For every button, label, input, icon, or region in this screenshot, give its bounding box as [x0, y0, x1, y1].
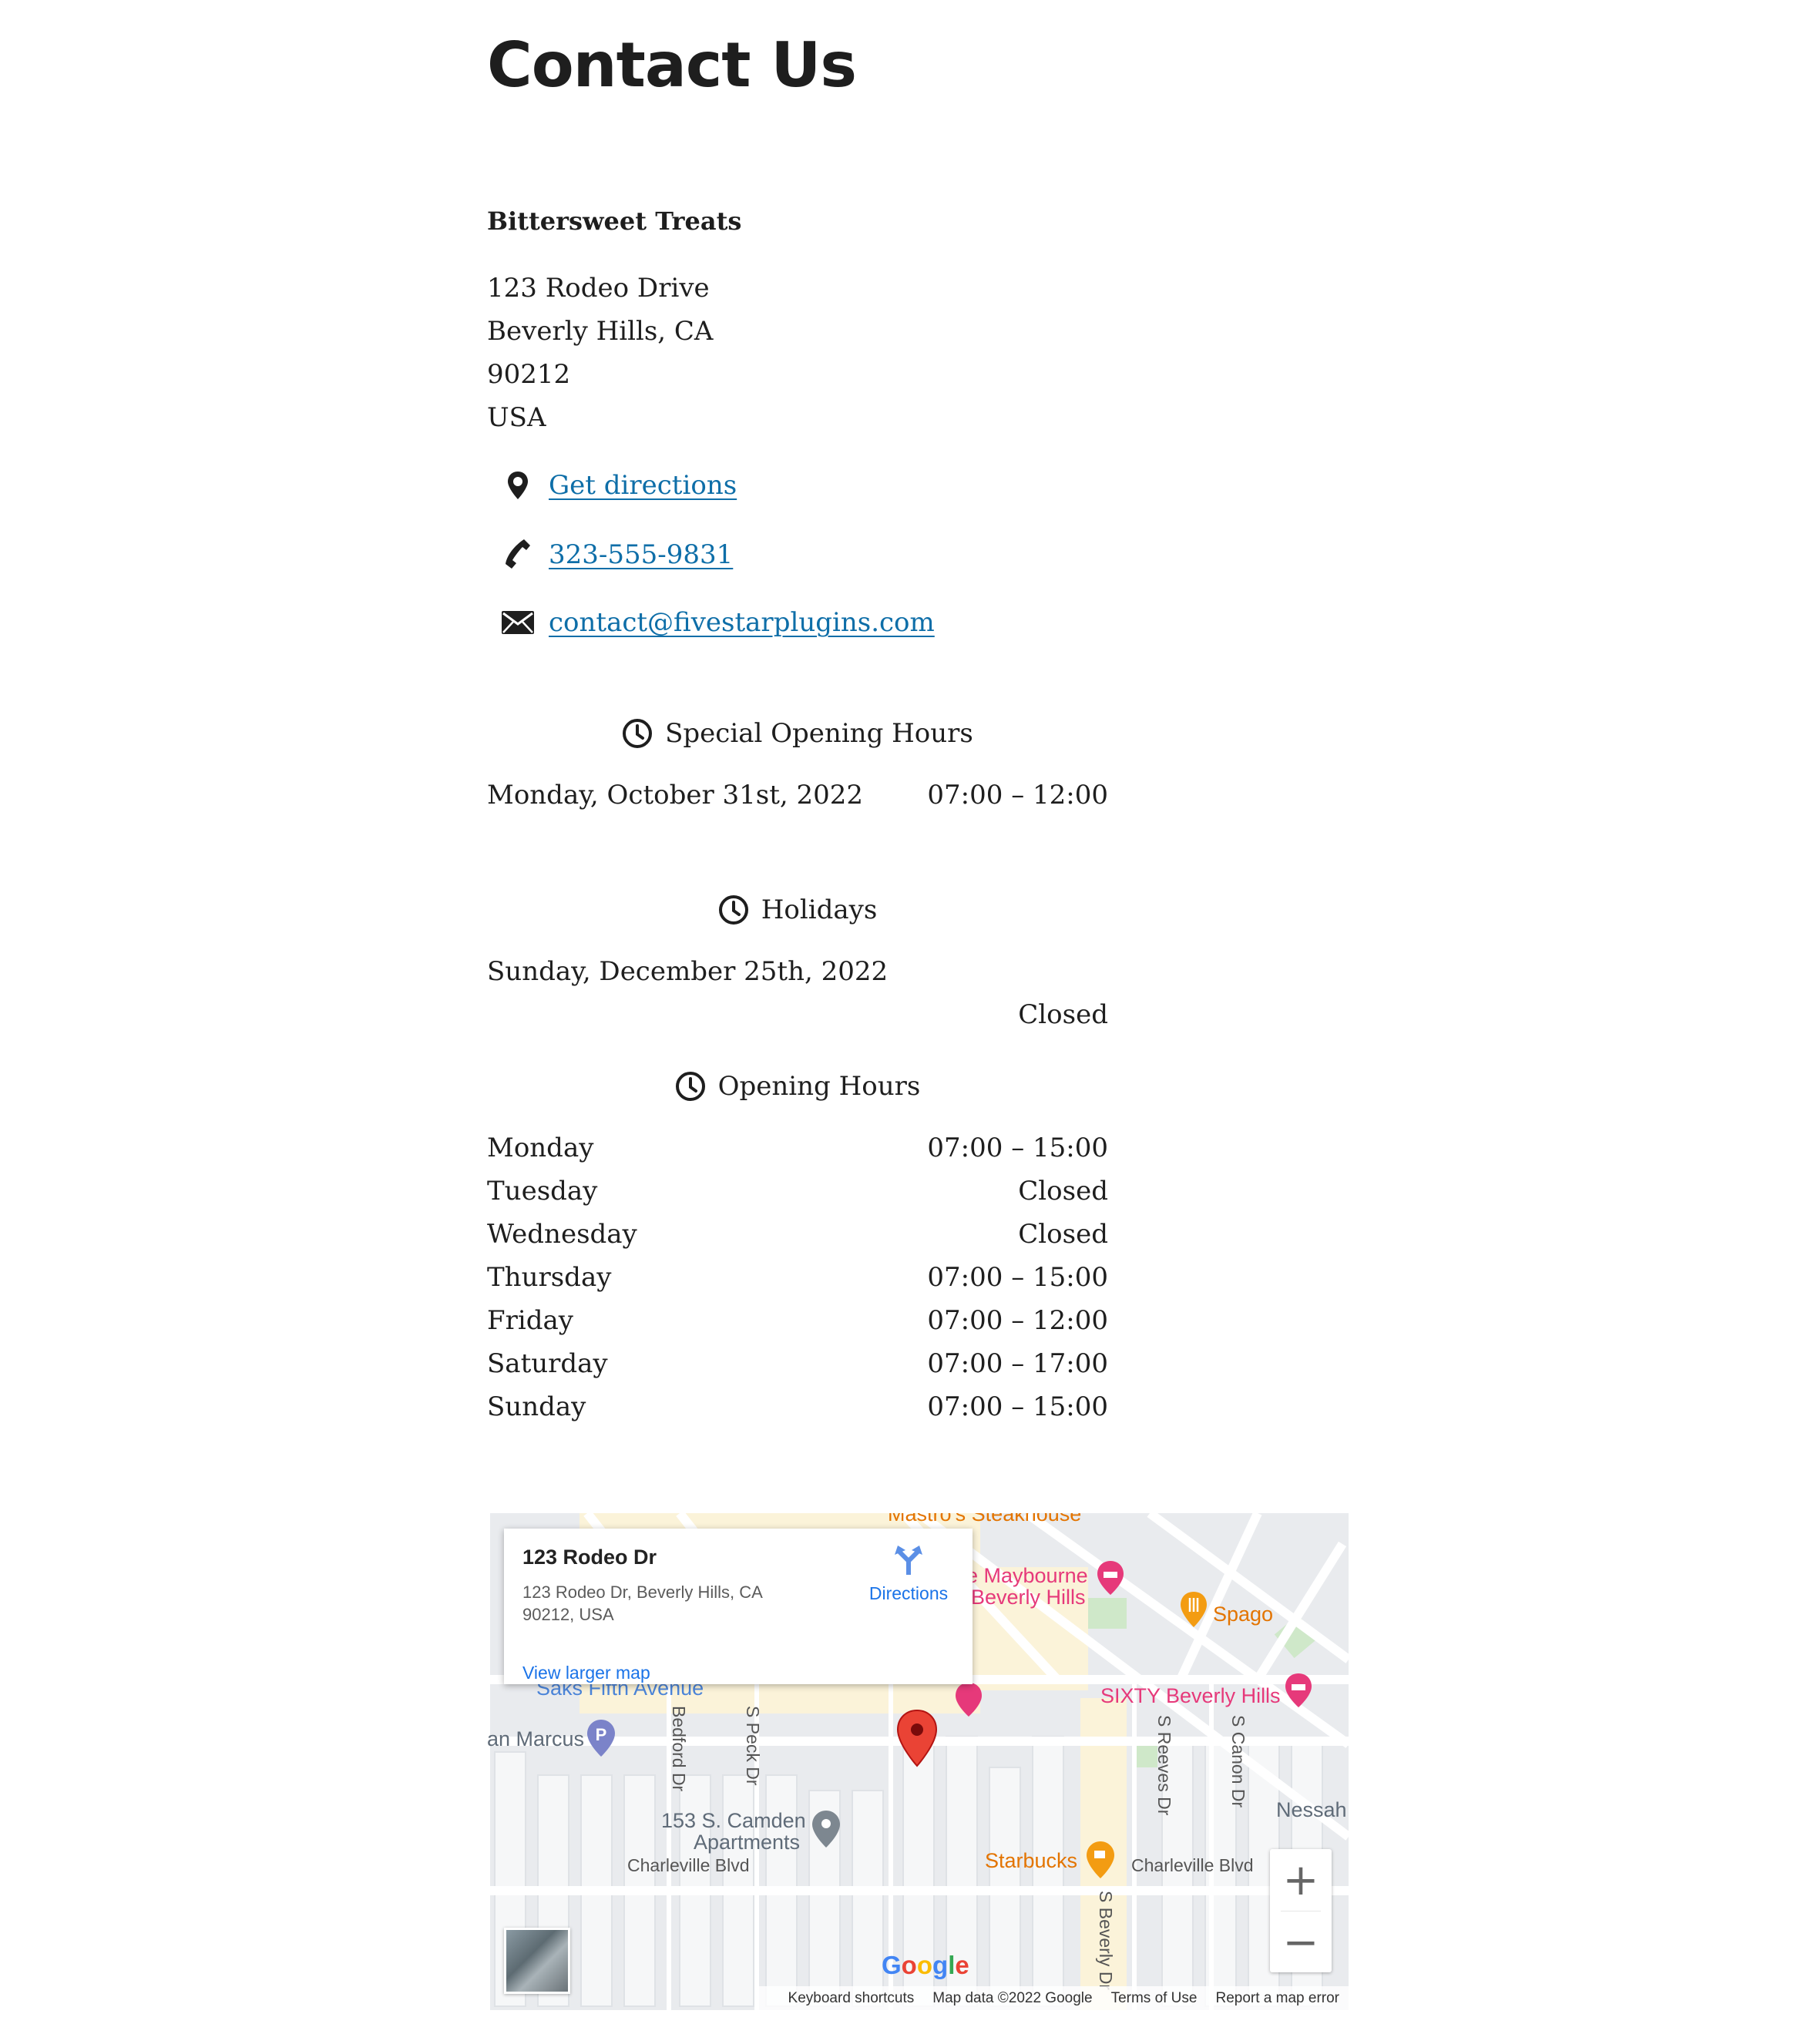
hours-day: Tuesday	[487, 1176, 598, 1207]
svg-text:P: P	[596, 1725, 607, 1744]
poi-camden-2[interactable]: Apartments	[694, 1831, 800, 1854]
special-hours-day: Monday, October 31st, 2022	[487, 780, 864, 811]
directions-icon	[895, 1546, 922, 1575]
holiday-day: Sunday, December 25th, 2022	[487, 956, 889, 987]
poi-nessah[interactable]: Nessah	[1276, 1798, 1347, 1822]
clock-icon	[623, 719, 653, 748]
opening-hours-heading: Opening Hours	[487, 1071, 1108, 1102]
view-larger-map-link[interactable]: View larger map	[522, 1663, 650, 1683]
address-line-zip: 90212	[487, 359, 571, 390]
map-zoom-control: + −	[1270, 1849, 1332, 1972]
map-data-attribution: Map data ©2022 Google	[932, 1989, 1093, 2006]
hours-row-sunday: Sunday 07:00 – 15:00	[487, 1391, 1108, 1430]
address-line-city: Beverly Hills, CA	[487, 316, 714, 347]
street-reeves: S Reeves Dr	[1154, 1715, 1174, 1816]
page-title: Contact Us	[487, 29, 857, 101]
street-canon: S Canon Dr	[1228, 1715, 1248, 1808]
zoom-out-button[interactable]: −	[1270, 1911, 1332, 1973]
poi-mastros[interactable]: Mastro's Steakhouse	[888, 1513, 1081, 1526]
holidays-title: Holidays	[761, 894, 878, 925]
hours-row-saturday: Saturday 07:00 – 17:00	[487, 1348, 1108, 1387]
hotel-pin-icon[interactable]	[1284, 1672, 1313, 1709]
street-peck: S Peck Dr	[743, 1706, 763, 1786]
google-logo: Google	[882, 1951, 969, 1979]
street-beverly: S Beverly Dr	[1096, 1891, 1116, 1991]
poi-maybourne[interactable]: e Maybourne	[966, 1564, 1088, 1588]
holiday-row: Sunday, December 25th, 2022 Closed	[487, 956, 1108, 1041]
hours-row-wednesday: Wednesday Closed	[487, 1219, 1108, 1257]
hotel-pin-icon[interactable]	[1096, 1559, 1125, 1596]
email-row: contact@fivestarplugins.com	[487, 603, 935, 642]
google-map[interactable]: Mastro's Steakhouse e Maybourne Beverly …	[487, 1513, 1349, 2010]
street-charleville-west: Charleville Blvd	[627, 1855, 750, 1875]
business-name: Bittersweet Treats	[487, 206, 742, 236]
get-directions-link[interactable]: Get directions	[549, 470, 737, 501]
map-place-name: 123 Rodeo Dr	[522, 1546, 657, 1569]
street-charleville-east: Charleville Blvd	[1131, 1855, 1254, 1875]
hotel-pin-icon[interactable]	[954, 1681, 983, 1718]
hours-time: 07:00 – 15:00	[927, 1391, 1108, 1422]
hours-row-friday: Friday 07:00 – 12:00	[487, 1305, 1108, 1344]
opening-hours-title: Opening Hours	[717, 1071, 921, 1102]
poi-neiman[interactable]: an Marcus	[487, 1727, 584, 1751]
hours-day: Friday	[487, 1305, 573, 1336]
holiday-time: Closed	[1018, 999, 1108, 1030]
hours-row-monday: Monday 07:00 – 15:00	[487, 1133, 1108, 1171]
poi-starbucks[interactable]: Starbucks	[985, 1849, 1077, 1873]
hours-day: Sunday	[487, 1391, 586, 1422]
hours-day: Thursday	[487, 1262, 612, 1293]
hours-time: 07:00 – 17:00	[927, 1348, 1108, 1379]
hours-time: 07:00 – 15:00	[927, 1262, 1108, 1293]
phone-link[interactable]: 323-555-9831	[549, 539, 733, 570]
phone-row: 323-555-9831	[487, 535, 733, 574]
directions-row: Get directions	[487, 466, 737, 505]
hours-time: Closed	[1018, 1176, 1108, 1207]
poi-maybourne-2[interactable]: Beverly Hills	[971, 1586, 1086, 1609]
keyboard-shortcuts-link[interactable]: Keyboard shortcuts	[788, 1990, 915, 2007]
satellite-toggle-thumbnail[interactable]	[504, 1928, 570, 1994]
map-pin-icon	[487, 470, 549, 501]
report-map-error-link[interactable]: Report a map error	[1215, 1990, 1339, 2007]
street-bedford: Bedford Dr	[669, 1706, 689, 1792]
map-directions-label: Directions	[868, 1583, 949, 1603]
hours-time: 07:00 – 15:00	[927, 1133, 1108, 1163]
location-marker-icon[interactable]	[895, 1709, 939, 1767]
map-footer: Keyboard shortcuts Map data ©2022 Google…	[757, 1986, 1349, 2010]
place-pin-icon[interactable]	[811, 1809, 842, 1849]
special-hours-time: 07:00 – 12:00	[927, 780, 1108, 811]
hours-time: Closed	[1018, 1219, 1108, 1250]
map-place-address: 123 Rodeo Dr, Beverly Hills, CA 90212, U…	[522, 1583, 762, 1624]
cafe-pin-icon[interactable]	[1085, 1840, 1116, 1880]
terms-of-use-link[interactable]: Terms of Use	[1111, 1990, 1198, 2007]
hours-time: 07:00 – 12:00	[927, 1305, 1108, 1336]
address-line-country: USA	[487, 402, 546, 433]
map-directions-button[interactable]: Directions	[858, 1544, 959, 1604]
parking-pin-icon[interactable]: P	[586, 1718, 616, 1758]
poi-spago[interactable]: Spago	[1213, 1603, 1273, 1626]
restaurant-pin-icon[interactable]	[1179, 1590, 1208, 1629]
hours-row-tuesday: Tuesday Closed	[487, 1176, 1108, 1214]
special-hours-title: Special Opening Hours	[665, 718, 973, 749]
special-hours-heading: Special Opening Hours	[487, 718, 1108, 749]
holidays-heading: Holidays	[487, 894, 1108, 925]
phone-icon	[487, 538, 549, 572]
poi-sixty[interactable]: SIXTY Beverly Hills	[1100, 1684, 1281, 1708]
envelope-icon	[487, 611, 549, 634]
special-hours-row: Monday, October 31st, 2022 07:00 – 12:00	[487, 780, 1108, 818]
hours-day: Monday	[487, 1133, 594, 1163]
poi-camden[interactable]: 153 S. Camden	[661, 1809, 806, 1833]
email-link[interactable]: contact@fivestarplugins.com	[549, 607, 935, 638]
address-line-street: 123 Rodeo Drive	[487, 273, 710, 304]
hours-day: Saturday	[487, 1348, 608, 1379]
hours-day: Wednesday	[487, 1219, 637, 1250]
clock-icon	[675, 1072, 705, 1101]
hours-row-thursday: Thursday 07:00 – 15:00	[487, 1262, 1108, 1301]
clock-icon	[718, 895, 748, 925]
zoom-in-button[interactable]: +	[1270, 1849, 1332, 1911]
map-info-window: 123 Rodeo Dr 123 Rodeo Dr, Beverly Hills…	[504, 1529, 973, 1684]
